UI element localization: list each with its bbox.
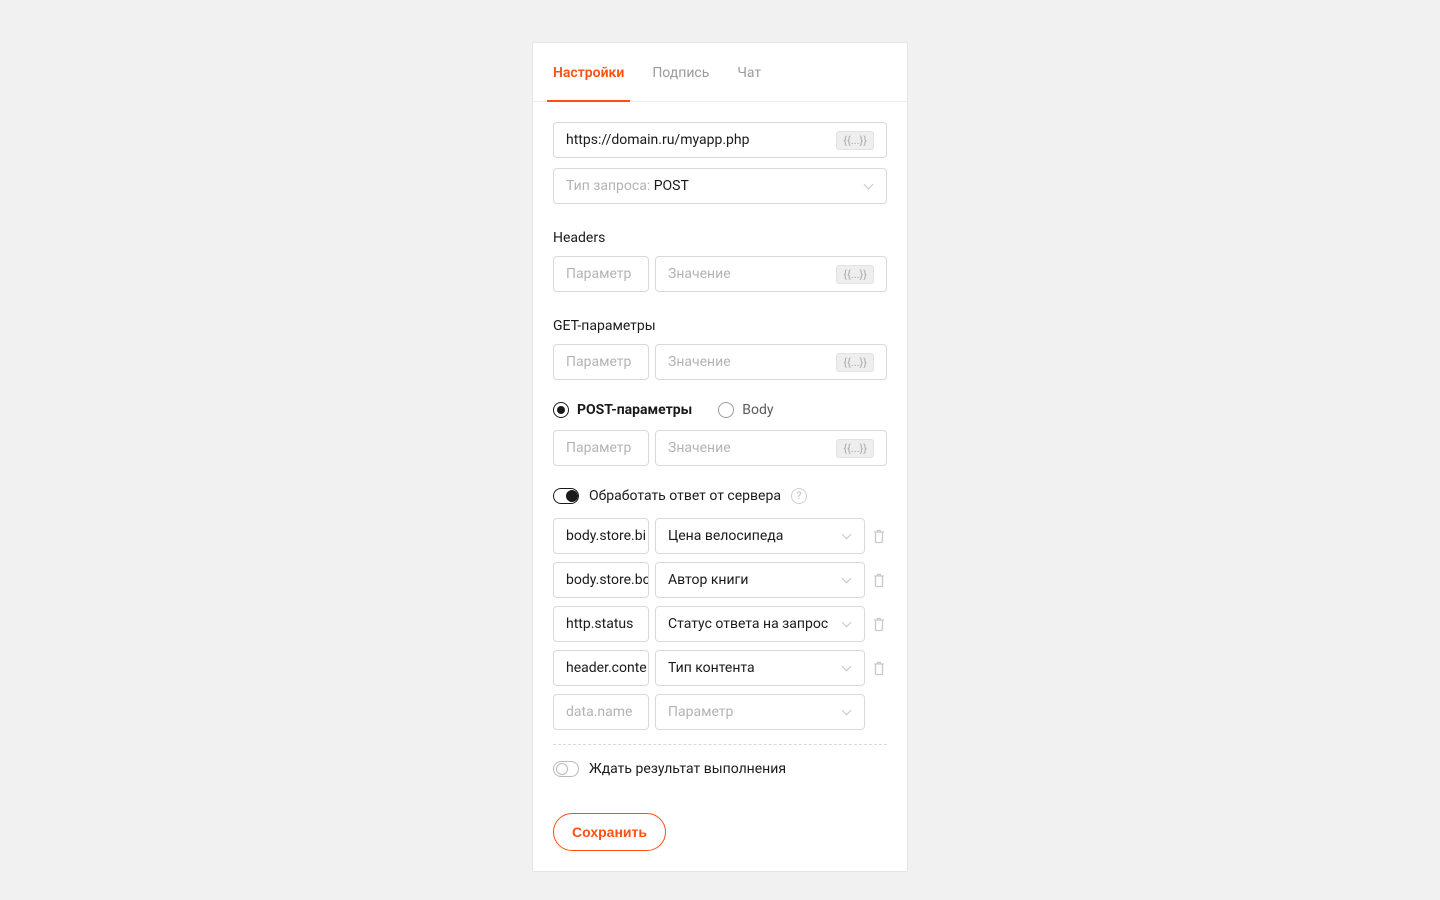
radio-post-params-label: POST-параметры [577, 402, 692, 418]
radio-body[interactable]: Body [718, 402, 773, 418]
get-params-label: GET-параметры [553, 318, 887, 334]
response-target-select[interactable]: Автор книги [655, 562, 865, 598]
header-value-placeholder: Значение [668, 266, 731, 282]
headers-row: Параметр Значение {{...}} [553, 256, 887, 292]
chevron-down-icon [842, 531, 852, 541]
request-type-select[interactable]: Тип запроса: POST [553, 168, 887, 204]
wait-result-toggle[interactable] [553, 761, 579, 777]
post-value-placeholder: Значение [668, 440, 731, 456]
tab-chat[interactable]: Чат [737, 43, 761, 101]
get-value-input[interactable]: Значение {{...}} [655, 344, 887, 380]
post-template-chip[interactable]: {{...}} [836, 439, 874, 458]
response-map-row: body.store.bi Цена велосипеда [553, 518, 887, 554]
wait-result-row: Ждать результат выполнения [553, 761, 887, 777]
radio-post-params[interactable]: POST-параметры [553, 402, 692, 418]
get-value-placeholder: Значение [668, 354, 731, 370]
url-value: https://domain.ru/myapp.php [566, 132, 749, 148]
chevron-down-icon [842, 619, 852, 629]
response-target-select[interactable]: Тип контента [655, 650, 865, 686]
response-target-value: Статус ответа на запрос [668, 616, 828, 632]
get-template-chip[interactable]: {{...}} [836, 353, 874, 372]
tab-signature[interactable]: Подпись [652, 43, 709, 101]
trash-icon[interactable] [871, 527, 887, 545]
tabs: Настройки Подпись Чат [533, 43, 907, 102]
chevron-down-icon [842, 575, 852, 585]
response-map-row: body.store.bo Автор книги [553, 562, 887, 598]
response-map-row: http.status Статус ответа на запрос [553, 606, 887, 642]
chevron-down-icon [842, 663, 852, 673]
trash-icon[interactable] [871, 571, 887, 589]
response-path-input[interactable]: data.name [553, 694, 649, 730]
process-response-label: Обработать ответ от сервера [589, 488, 781, 504]
response-target-select[interactable]: Цена велосипеда [655, 518, 865, 554]
header-value-input[interactable]: Значение {{...}} [655, 256, 887, 292]
get-param-input[interactable]: Параметр [553, 344, 649, 380]
response-target-select[interactable]: Статус ответа на запрос [655, 606, 865, 642]
post-params-row: Параметр Значение {{...}} [553, 430, 887, 466]
panel-body: https://domain.ru/myapp.php {{...}} Тип … [533, 102, 907, 871]
process-response-row: Обработать ответ от сервера ? [553, 488, 887, 504]
get-params-row: Параметр Значение {{...}} [553, 344, 887, 380]
radio-dot-icon [718, 402, 734, 418]
response-target-value: Тип контента [668, 660, 755, 676]
post-param-input[interactable]: Параметр [553, 430, 649, 466]
response-path-input[interactable]: body.store.bi [553, 518, 649, 554]
radio-dot-icon [553, 402, 569, 418]
response-map-row-empty: data.name Параметр [553, 694, 887, 730]
radio-body-label: Body [742, 402, 773, 418]
response-target-value: Автор книги [668, 572, 749, 588]
request-type-value: POST [654, 178, 689, 194]
headers-label: Headers [553, 230, 887, 246]
header-template-chip[interactable]: {{...}} [836, 265, 874, 284]
header-param-input[interactable]: Параметр [553, 256, 649, 292]
wait-result-label: Ждать результат выполнения [589, 761, 786, 777]
divider [553, 744, 887, 745]
settings-panel: Настройки Подпись Чат https://domain.ru/… [532, 42, 908, 872]
chevron-down-icon [864, 181, 874, 191]
post-value-input[interactable]: Значение {{...}} [655, 430, 887, 466]
response-target-select[interactable]: Параметр [655, 694, 865, 730]
body-mode-radio-group: POST-параметры Body [553, 402, 887, 418]
url-input[interactable]: https://domain.ru/myapp.php {{...}} [553, 122, 887, 158]
trash-icon[interactable] [871, 659, 887, 677]
response-path-input[interactable]: body.store.bo [553, 562, 649, 598]
process-response-toggle[interactable] [553, 488, 579, 504]
response-map-row: header.conte Тип контента [553, 650, 887, 686]
response-path-input[interactable]: http.status [553, 606, 649, 642]
tab-settings[interactable]: Настройки [553, 43, 624, 101]
request-type-prefix: Тип запроса: [566, 178, 654, 194]
response-target-placeholder: Параметр [668, 704, 733, 720]
url-template-chip[interactable]: {{...}} [836, 131, 874, 150]
chevron-down-icon [842, 707, 852, 717]
save-button[interactable]: Сохранить [553, 813, 666, 851]
trash-icon[interactable] [871, 615, 887, 633]
response-target-value: Цена велосипеда [668, 528, 783, 544]
response-path-input[interactable]: header.conte [553, 650, 649, 686]
help-icon[interactable]: ? [791, 488, 807, 504]
